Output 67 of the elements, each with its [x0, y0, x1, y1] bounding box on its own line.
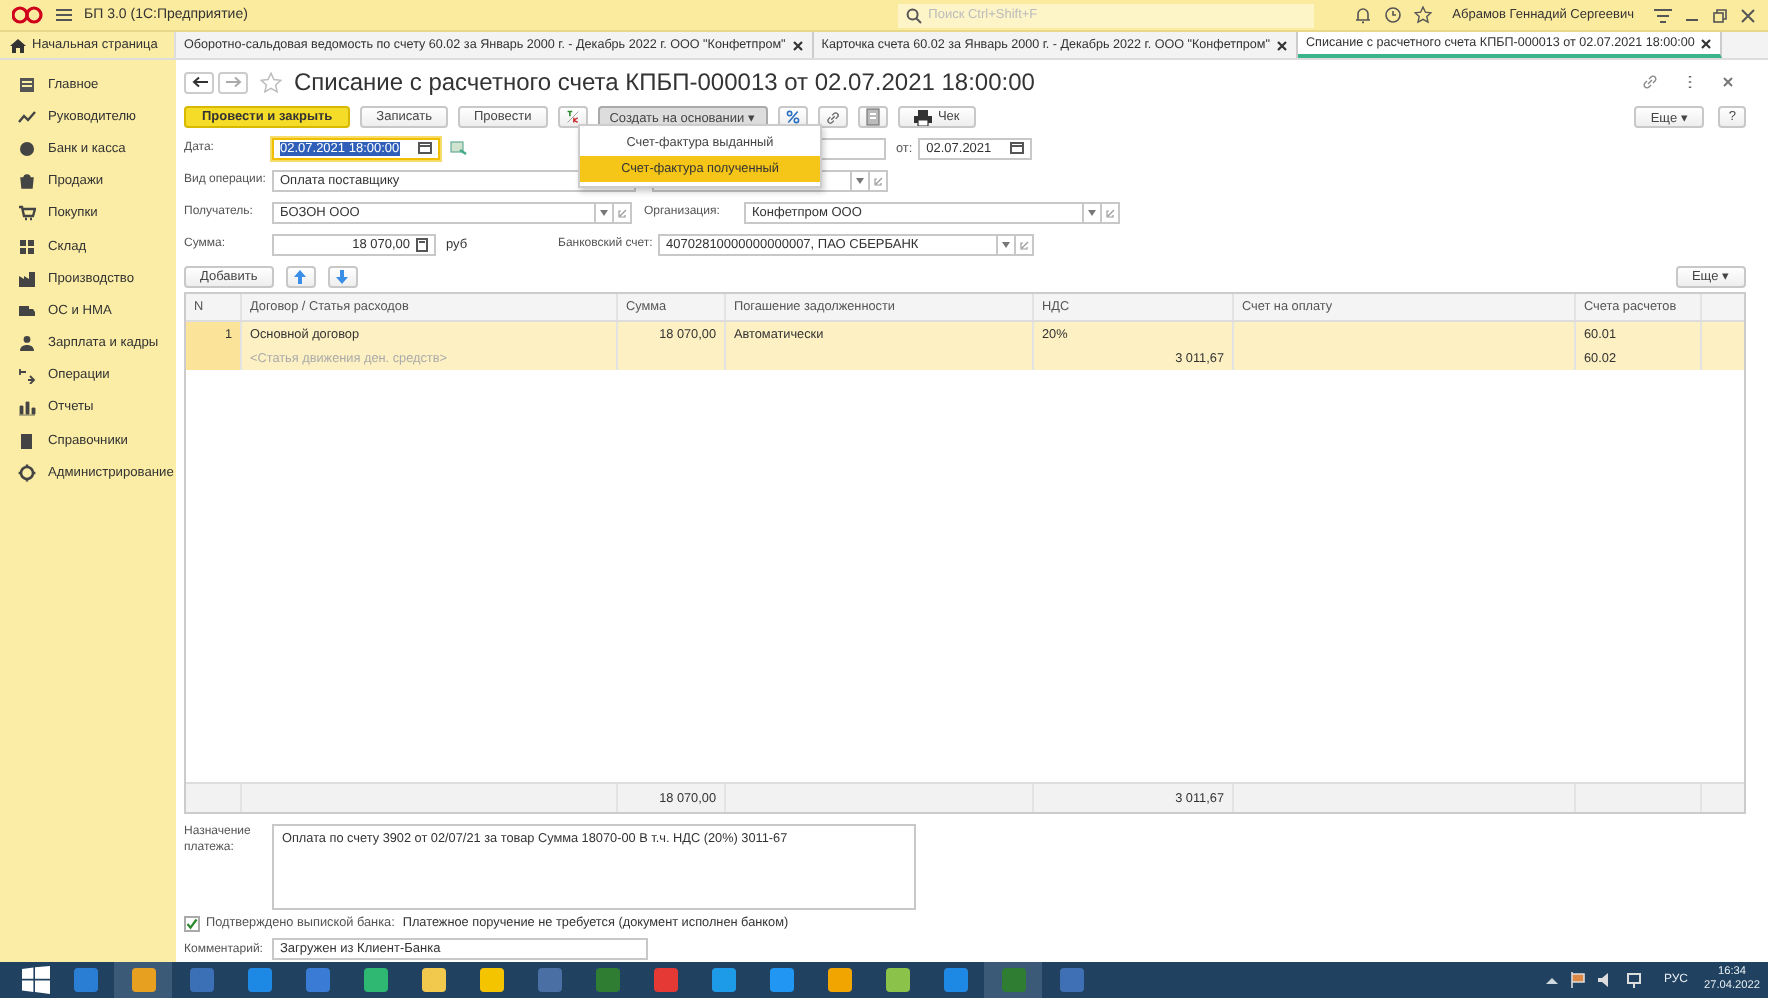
operations-icon	[18, 366, 36, 385]
chart-line-icon	[18, 107, 36, 126]
link-icon	[617, 207, 627, 217]
caret-icon	[600, 209, 608, 215]
menu-icon[interactable]	[56, 8, 72, 22]
bell-icon[interactable]	[1354, 6, 1373, 24]
link-icon	[825, 109, 840, 125]
more-vertical-icon[interactable]	[1686, 74, 1694, 90]
close-icon[interactable]	[1740, 7, 1756, 23]
calculator-icon[interactable]	[416, 237, 428, 251]
taskbar-app-icon[interactable]	[114, 962, 172, 998]
link-icon	[873, 175, 883, 185]
move-up-button[interactable]	[285, 265, 316, 287]
grid-icon	[18, 237, 36, 256]
arrow-down-icon	[336, 269, 349, 283]
close-icon[interactable]	[1276, 39, 1288, 51]
bag-icon	[18, 172, 36, 191]
bar-chart-icon	[18, 398, 36, 417]
dropdown-button[interactable]	[852, 169, 870, 191]
settings-menu-icon[interactable]	[1654, 7, 1672, 23]
book-icon	[18, 431, 36, 450]
gear-icon	[18, 463, 36, 482]
tray-arrow-icon[interactable]	[1545, 975, 1558, 985]
move-down-button[interactable]	[327, 265, 358, 287]
link-button[interactable]	[817, 106, 848, 128]
link-icon[interactable]	[1642, 74, 1658, 90]
caret-icon	[1088, 209, 1096, 215]
star-icon[interactable]	[1414, 6, 1433, 24]
list-icon	[18, 75, 36, 94]
document-title: Списание с расчетного счета КПБП-000013 от 02.07.2021 18:00:00	[294, 68, 1035, 96]
close-icon[interactable]	[791, 39, 804, 51]
forward-arrow-icon	[225, 76, 241, 88]
calendar-icon[interactable]	[418, 142, 432, 154]
caret-icon	[856, 177, 864, 183]
person-icon	[18, 334, 36, 353]
document-button[interactable]	[857, 106, 888, 128]
flag-icon[interactable]	[1569, 972, 1586, 988]
dropdown-button[interactable]	[998, 233, 1016, 255]
network-icon[interactable]	[1625, 972, 1642, 988]
caret-icon	[1002, 241, 1010, 247]
debit-credit-button[interactable]	[557, 106, 588, 128]
back-arrow-icon	[191, 76, 207, 88]
coin-icon	[18, 139, 36, 158]
calendar-icon[interactable]	[1010, 142, 1025, 154]
history-icon[interactable]	[1384, 6, 1403, 24]
arrow-up-icon	[294, 269, 307, 283]
factory-icon	[18, 269, 36, 288]
dropdown-button[interactable]	[1084, 201, 1102, 223]
close-icon[interactable]	[1700, 37, 1713, 49]
truck-icon	[18, 301, 36, 320]
debit-credit-icon	[565, 108, 580, 126]
document-icon	[865, 108, 880, 126]
percent-icon	[785, 108, 800, 126]
start-icon[interactable]	[22, 966, 50, 994]
logo-icon	[12, 6, 44, 24]
printer-icon	[913, 109, 932, 125]
home-icon	[10, 37, 26, 53]
favorite-star-icon[interactable]	[260, 71, 282, 93]
field-action-icon[interactable]	[450, 140, 468, 156]
restore-icon[interactable]	[1712, 7, 1728, 23]
back-button[interactable]	[184, 71, 214, 93]
speaker-icon[interactable]	[1597, 972, 1614, 988]
dropdown-button[interactable]	[596, 201, 614, 223]
bank-confirmed-checkbox[interactable]	[184, 915, 200, 931]
link-icon	[1105, 207, 1115, 217]
cart-icon	[18, 204, 36, 223]
link-icon	[1019, 239, 1029, 249]
